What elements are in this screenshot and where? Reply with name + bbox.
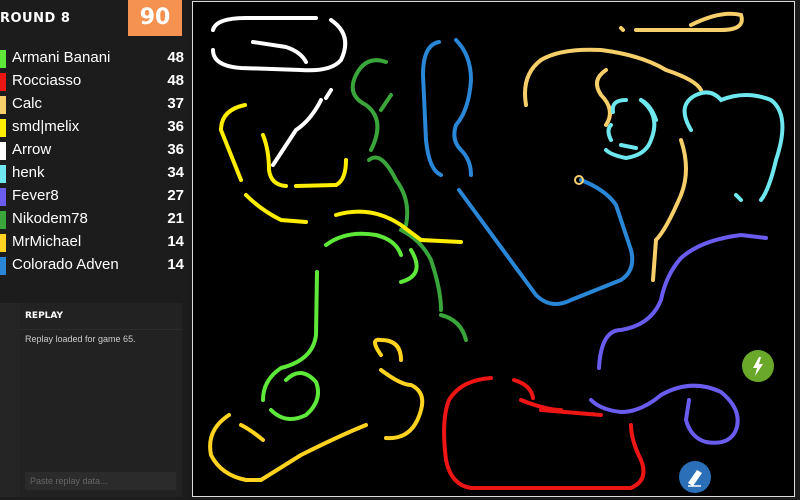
scoreboard-panel: ROUND 8 90 Armani Banani 48 Rocciasso 48 Cal… [0,0,186,500]
player-score: 36 [167,141,184,158]
player-color-swatch [0,142,6,160]
replay-title: REPLAY [25,311,64,321]
player-score: 37 [167,95,184,112]
player-row: Colorado Adven 14 [0,255,184,277]
trail-henk [604,90,785,202]
player-color-swatch [0,188,6,206]
player-score: 21 [167,210,184,227]
lightning-icon[interactable] [742,350,774,382]
player-row: henk 34 [0,163,184,185]
player-score: 48 [167,49,184,66]
snake-trails [208,11,785,490]
player-score: 14 [167,233,184,250]
player-row: Armani Banani 48 [0,48,184,70]
player-row: Nikodem78 21 [0,209,184,231]
game-board [192,1,795,497]
eraser-icon[interactable] [679,461,711,493]
player-name: Rocciasso [12,72,82,89]
player-row: Arrow 36 [0,140,184,162]
player-score: 36 [167,118,184,135]
player-score: 34 [167,164,184,181]
player-color-swatch [0,50,6,68]
trail-arrow [211,16,348,167]
replay-message: Replay loaded for game 65. [25,334,136,344]
trail-nikodem78 [350,58,468,342]
player-name: smd|melix [12,118,80,135]
player-name: Fever8 [12,187,59,204]
player-name: Arrow [12,141,52,158]
player-color-swatch [0,257,6,275]
player-name: Calc [12,95,43,112]
player-score: 48 [167,72,184,89]
player-color-swatch [0,234,6,252]
player-row: Rocciasso 48 [0,71,184,93]
replay-sidebar [0,303,20,497]
player-color-swatch [0,119,6,137]
player-name: MrMichael [12,233,82,250]
trail-fever8 [589,232,768,445]
replay-data-input[interactable] [25,472,176,490]
player-row: Fever8 27 [0,186,184,208]
replay-panel: REPLAY Replay loaded for game 65. [20,303,182,497]
player-color-swatch [0,211,6,229]
player-row: MrMichael 14 [0,232,184,254]
player-color-swatch [0,96,6,114]
timer-badge: 90 [128,0,182,36]
player-row: smd|melix 36 [0,117,184,139]
trail-rocciasso [442,376,646,490]
player-name: Nikodem78 [12,210,88,227]
player-color-swatch [0,165,6,183]
player-score: 27 [167,187,184,204]
player-name: henk [12,164,45,181]
player-name: Armani Banani [12,49,111,66]
player-name: Colorado Adven [12,256,119,273]
round-label: ROUND 8 [0,11,71,26]
trail-armani-banani [261,231,419,421]
divider [20,329,182,330]
player-score: 14 [167,256,184,273]
trail-mrmichael [208,337,425,482]
player-row: Calc 37 [0,94,184,116]
player-color-swatch [0,73,6,91]
